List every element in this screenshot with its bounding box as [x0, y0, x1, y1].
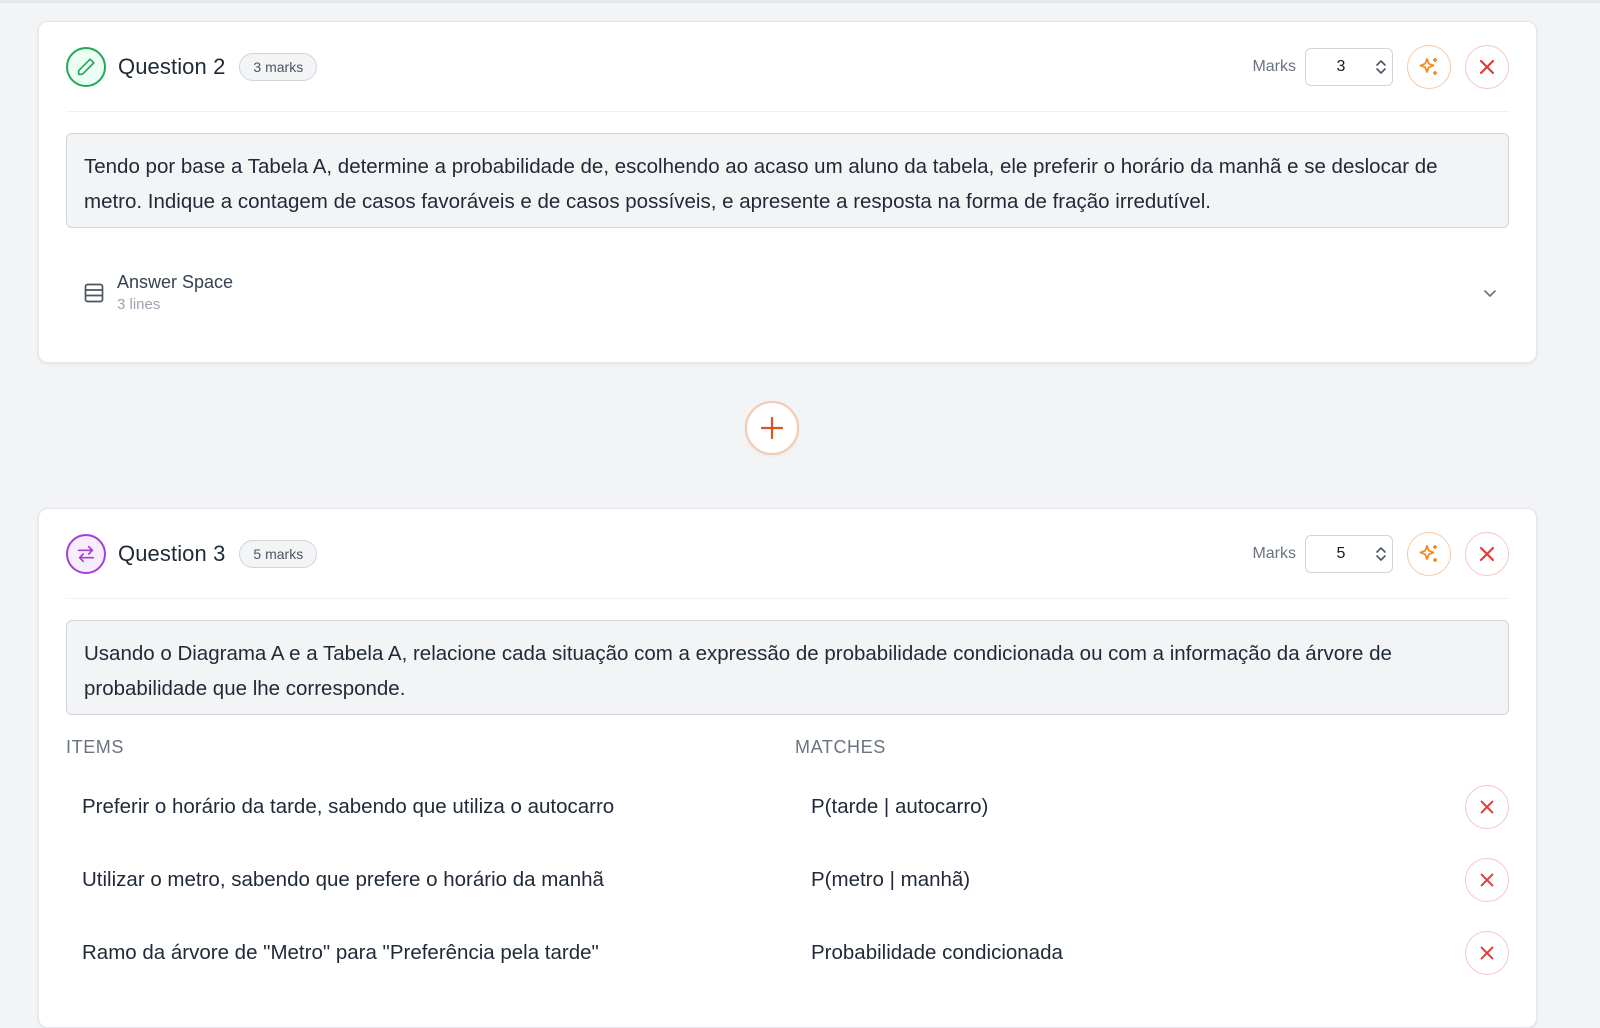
lines-box-icon [84, 283, 104, 303]
question-header: Question 3 5 marks Marks 5 [66, 509, 1509, 599]
remove-pair-button[interactable] [1465, 931, 1509, 975]
top-divider [0, 0, 1600, 3]
marks-label: Marks [1252, 57, 1296, 75]
match-pair-row: Utilizar o metro, sabendo que prefere o … [66, 858, 1509, 902]
add-question-button[interactable] [745, 401, 799, 455]
sparkles-icon [1419, 57, 1437, 75]
chevron-down-icon[interactable] [1481, 284, 1499, 302]
delete-question-button[interactable] [1465, 44, 1509, 89]
close-icon [1480, 946, 1494, 960]
question-prompt[interactable]: Tendo por base a Tabela A, determine a p… [66, 133, 1509, 228]
match-pair-row: Preferir o horário da tarde, sabendo que… [66, 785, 1509, 829]
match-pair-row: Ramo da árvore de "Metro" para "Preferên… [66, 931, 1509, 975]
question-prompt[interactable]: Usando o Diagrama A e a Tabela A, relaci… [66, 620, 1509, 715]
marks-badge: 5 marks [239, 539, 318, 568]
question-card: Question 3 5 marks Marks 5 Usando o Diag… [38, 508, 1537, 1028]
question-header: Question 2 3 marks Marks 3 [66, 22, 1509, 112]
marks-label: Marks [1252, 544, 1296, 562]
match-answer[interactable]: P(tarde | autocarro) [795, 795, 1465, 819]
stepper-arrows-icon[interactable] [1370, 58, 1392, 76]
matches-column-header: MATCHES [795, 737, 886, 757]
question-title: Question 2 [118, 53, 226, 79]
answer-space-toggle[interactable]: Answer Space 3 lines [83, 268, 1509, 318]
marks-value[interactable]: 3 [1306, 58, 1370, 76]
question-title: Question 3 [118, 540, 226, 566]
match-item[interactable]: Preferir o horário da tarde, sabendo que… [66, 795, 795, 819]
match-item[interactable]: Ramo da árvore de "Metro" para "Preferên… [66, 941, 795, 965]
question-card: Question 2 3 marks Marks 3 Tendo por bas… [38, 21, 1537, 363]
close-icon [1479, 59, 1495, 74]
pencil-icon [66, 46, 106, 87]
close-icon [1480, 873, 1494, 887]
match-answer[interactable]: Probabilidade condicionada [795, 941, 1465, 965]
remove-pair-button[interactable] [1465, 785, 1509, 829]
close-icon [1479, 546, 1495, 561]
answer-space-lines: 3 lines [117, 296, 161, 313]
close-icon [1480, 800, 1494, 814]
plus-icon [760, 416, 784, 440]
marks-value[interactable]: 5 [1306, 545, 1370, 563]
ai-generate-button[interactable] [1407, 44, 1451, 89]
ai-generate-button[interactable] [1407, 531, 1451, 576]
match-item[interactable]: Utilizar o metro, sabendo que prefere o … [66, 868, 795, 892]
arrows-swap-icon [66, 533, 106, 574]
remove-pair-button[interactable] [1465, 858, 1509, 902]
match-answer[interactable]: P(metro | manhã) [795, 868, 1465, 892]
marks-stepper[interactable]: 3 [1305, 47, 1393, 86]
delete-question-button[interactable] [1465, 531, 1509, 576]
marks-badge: 3 marks [239, 52, 318, 81]
stepper-arrows-icon[interactable] [1370, 545, 1392, 563]
marks-stepper[interactable]: 5 [1305, 534, 1393, 573]
items-column-header: ITEMS [66, 737, 125, 757]
sparkles-icon [1419, 544, 1437, 562]
answer-space-title: Answer Space [117, 272, 234, 292]
